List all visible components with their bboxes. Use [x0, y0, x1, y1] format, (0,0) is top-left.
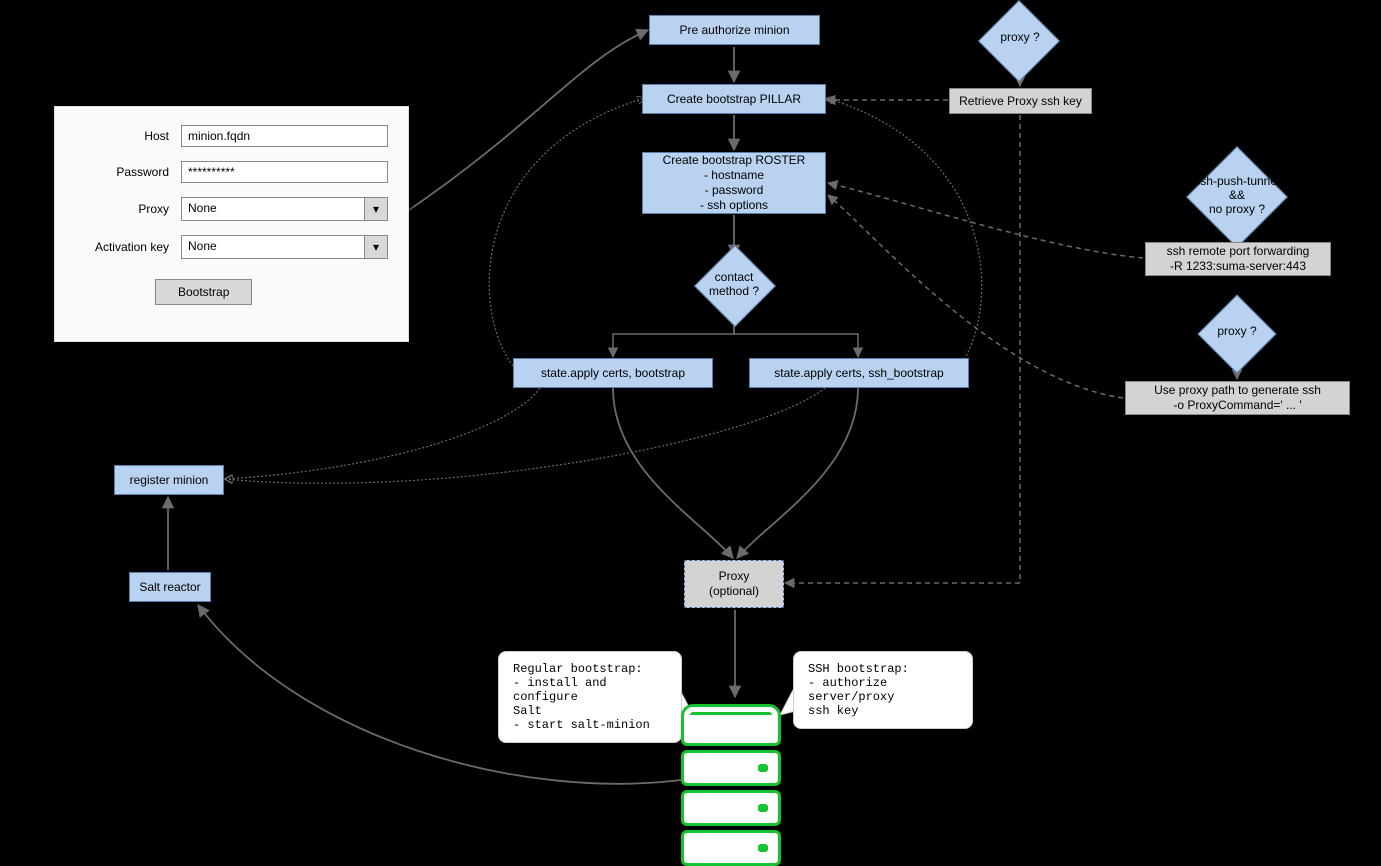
label-activation-key: Activation key [75, 240, 181, 254]
node-retrieve-proxy-key: Retrieve Proxy ssh key [949, 88, 1092, 114]
node-create-roster: Create bootstrap ROSTER - hostname - pas… [642, 152, 826, 214]
node-apply-bootstrap: state.apply certs, bootstrap [513, 358, 713, 388]
activation-key-select[interactable]: None ▾ [181, 235, 388, 259]
label-host: Host [75, 129, 181, 143]
node-use-proxy-path: Use proxy path to generate ssh -o ProxyC… [1125, 381, 1350, 415]
proxy-select[interactable]: None ▾ [181, 197, 388, 221]
chevron-down-icon: ▾ [364, 236, 387, 258]
node-proxy-optional: Proxy (optional) [684, 560, 784, 608]
note-regular-bootstrap: Regular bootstrap: - install and configu… [498, 651, 682, 743]
node-salt-reactor: Salt reactor [129, 572, 211, 602]
node-create-pillar: Create bootstrap PILLAR [642, 84, 826, 114]
host-input[interactable] [181, 125, 388, 147]
bootstrap-form: Host Password Proxy None ▾ Activation ke… [54, 106, 409, 342]
label-proxy: Proxy [75, 202, 181, 216]
bootstrap-button[interactable]: Bootstrap [155, 279, 252, 305]
diagram-canvas: Host Password Proxy None ▾ Activation ke… [0, 0, 1381, 866]
server-icon [681, 700, 781, 866]
label-password: Password [75, 165, 181, 179]
node-apply-ssh-bootstrap: state.apply certs, ssh_bootstrap [749, 358, 969, 388]
note-ssh-bootstrap: SSH bootstrap: - authorize server/proxy … [793, 651, 973, 729]
chevron-down-icon: ▾ [364, 198, 387, 220]
node-pre-authorize: Pre authorize minion [649, 15, 820, 45]
password-input[interactable] [181, 161, 388, 183]
node-ssh-remote-port: ssh remote port forwarding -R 1233:suma-… [1145, 242, 1331, 276]
node-register-minion: register minion [114, 465, 224, 495]
